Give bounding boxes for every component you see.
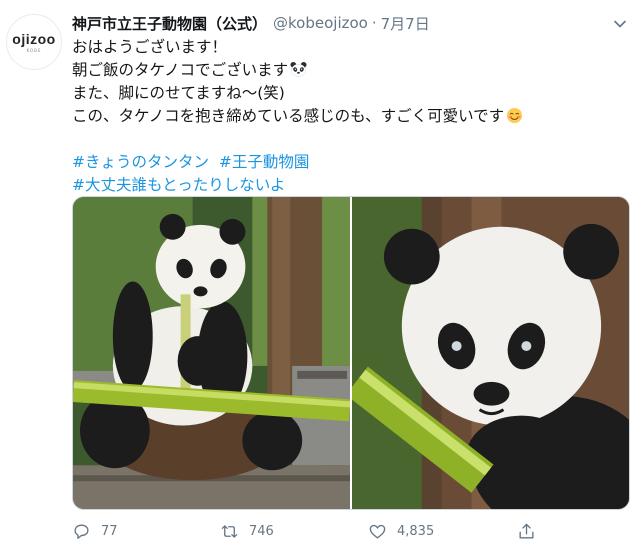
reply-button[interactable]: 77 xyxy=(72,522,118,541)
display-name[interactable]: 神戸市立王子動物園（公式） xyxy=(72,13,267,34)
panda-face-icon xyxy=(290,61,307,77)
hashtag-line: #きょうのタンタン #王子動物園 xyxy=(72,151,632,174)
share-button[interactable] xyxy=(517,522,546,541)
avatar-logo-text: ojizoo xyxy=(12,31,56,47)
share-icon xyxy=(519,523,534,539)
like-count: 4,835 xyxy=(397,524,435,539)
avatar[interactable]: ojizoo KOBE xyxy=(6,14,62,70)
tweet-line: また、脚にのせてますね～(笑) xyxy=(72,84,285,102)
tweet-media xyxy=(72,196,630,510)
hashtag-line: #大丈夫誰もとったりしないよ xyxy=(72,174,632,197)
panda-closeup-image xyxy=(352,197,629,509)
avatar-logo-subtext: KOBE xyxy=(26,48,42,53)
panda-photo-right[interactable] xyxy=(352,197,629,509)
like-button[interactable]: 4,835 xyxy=(368,522,434,541)
smiling-face-with-blush-icon xyxy=(507,107,523,124)
tweet-line: この、タケノコを抱き締めている感じのも、すごく可愛いです xyxy=(72,105,632,128)
reply-count: 77 xyxy=(101,524,118,539)
tweet-text: おはようございます！ 朝ご飯のタケノコでございます また、脚にのせてますね～(笑… xyxy=(72,36,632,197)
tweet-line: おはようございます！ xyxy=(72,38,228,56)
retweet-icon xyxy=(221,525,238,538)
tweet-header: 神戸市立王子動物園（公式） @kobeojizoo · 7月7日 xyxy=(72,12,620,34)
heart-icon xyxy=(369,524,386,539)
chevron-down-icon[interactable] xyxy=(610,14,630,34)
tweet-date[interactable]: 7月7日 xyxy=(381,13,430,34)
separator-dot: · xyxy=(371,14,377,32)
panda-photo-left[interactable] xyxy=(73,197,350,509)
hashtag-link[interactable]: #きょうのタンタン xyxy=(72,153,209,171)
user-handle[interactable]: @kobeojizoo xyxy=(273,14,368,32)
tweet-actions: 77 746 4,835 xyxy=(72,522,552,546)
tweet-line: 朝ご飯のタケノコでございます xyxy=(72,59,632,82)
retweet-button[interactable]: 746 xyxy=(220,522,274,541)
panda-eating-bamboo-image xyxy=(73,197,350,509)
hashtag-link[interactable]: #大丈夫誰もとったりしないよ xyxy=(72,176,285,194)
tweet-spacer xyxy=(72,128,632,151)
retweet-count: 746 xyxy=(249,524,274,539)
reply-icon xyxy=(74,524,89,539)
hashtag-link[interactable]: #王子動物園 xyxy=(219,153,310,171)
